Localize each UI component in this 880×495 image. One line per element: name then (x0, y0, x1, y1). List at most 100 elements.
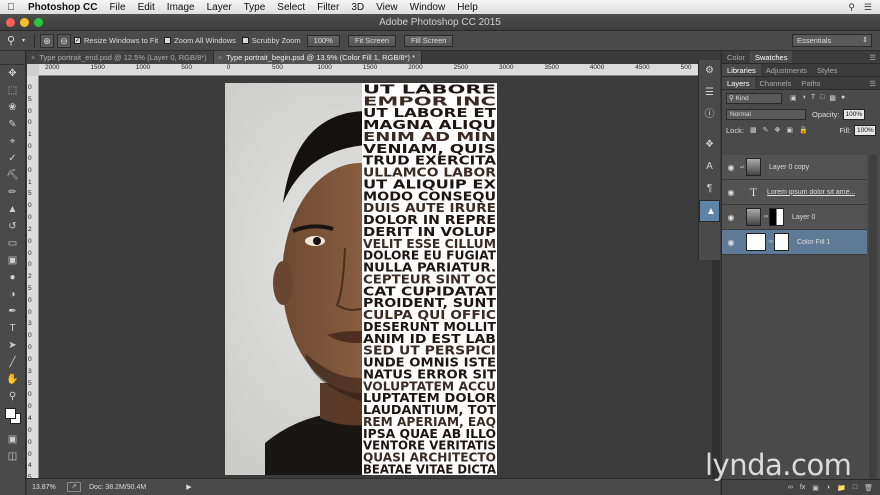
close-tab-icon[interactable]: × (31, 53, 35, 62)
layers-scrollbar[interactable] (869, 155, 877, 480)
visibility-eye-icon[interactable]: ◉ (722, 163, 740, 172)
zoom-out-button[interactable]: ⊖ (57, 33, 72, 48)
eyedropper-tool-icon[interactable]: ✓ (0, 150, 25, 167)
tab-paths[interactable]: Paths (796, 77, 825, 89)
panel-menu-icon[interactable]: ☰ (869, 77, 880, 89)
panel-menu-icon[interactable]: ☰ (869, 51, 880, 63)
opacity-input[interactable]: 100% (842, 108, 865, 120)
layer-name[interactable]: Layer 0 (792, 214, 815, 221)
blur-tool-icon[interactable]: ● (0, 269, 25, 286)
visibility-eye-icon[interactable]: ◉ (722, 238, 740, 247)
brush-tool-icon[interactable]: ✏ (0, 184, 25, 201)
gradient-tool-icon[interactable]: ▣ (0, 252, 25, 269)
panel-grip[interactable] (0, 51, 25, 65)
blend-mode-select[interactable]: Normal (726, 108, 806, 120)
tab-styles[interactable]: Styles (812, 64, 842, 76)
crop-tool-icon[interactable]: ⌖ (0, 133, 25, 150)
document-canvas[interactable]: UT LABORE EMPOR INC UT LABORE ET MAGNA ALIQ… (225, 83, 497, 475)
layer-row-layer-0-copy[interactable]: ◉ ↵ Layer 0 copy (722, 155, 867, 180)
quick-mask-icon[interactable]: ▣ (0, 431, 25, 448)
menu-3d[interactable]: 3D (345, 2, 370, 13)
lock-image-icon[interactable]: ✎ (763, 126, 769, 134)
lock-position-icon[interactable]: ✥ (774, 126, 780, 134)
layer-name[interactable]: Color Fill 1 (797, 239, 830, 246)
status-menu-arrow-icon[interactable]: ▶ (186, 483, 191, 491)
menu-window[interactable]: Window (404, 2, 452, 13)
zoom-tool-icon[interactable]: ⚲ (0, 34, 22, 47)
filter-toggle-icon[interactable]: ● (841, 94, 845, 102)
lock-artboard-icon[interactable]: ▣ (786, 126, 793, 134)
fill-screen-button[interactable]: Fill Screen (404, 34, 454, 47)
menu-edit[interactable]: Edit (132, 2, 161, 13)
zoom-tool-icon[interactable]: ⚲ (0, 388, 25, 405)
filter-smart-icon[interactable]: ▩ (829, 94, 836, 102)
filter-type-icon[interactable]: T (811, 94, 815, 102)
properties-icon[interactable]: ▲ (699, 200, 720, 222)
zoom-level[interactable]: 13.87% (27, 484, 59, 491)
add-mask-icon[interactable]: ▣ (812, 484, 819, 492)
character-icon[interactable]: A (699, 156, 720, 178)
type-tool-icon[interactable]: T (0, 320, 25, 337)
layer-row-layer-0[interactable]: ◉ ∞ Layer 0 (722, 205, 867, 230)
lasso-tool-icon[interactable]: ❀ (0, 99, 25, 116)
marquee-tool-icon[interactable]: ⬚ (0, 82, 25, 99)
history-brush-tool-icon[interactable]: ↺ (0, 218, 25, 235)
new-layer-icon[interactable]: □ (853, 484, 857, 491)
ruler-origin[interactable] (27, 64, 39, 76)
menu-type[interactable]: Type (238, 2, 272, 13)
history-icon[interactable]: ⚙ (699, 60, 720, 82)
hand-tool-icon[interactable]: ✋ (0, 371, 25, 388)
healing-brush-tool-icon[interactable]: ⛏ (0, 167, 25, 184)
quick-select-tool-icon[interactable]: ✎ (0, 116, 25, 133)
menu-app[interactable]: Photoshop CC (22, 2, 103, 13)
screen-mode-icon[interactable]: ◫ (0, 448, 25, 465)
apple-icon[interactable]:  (0, 2, 22, 13)
filter-pixel-icon[interactable]: ▣ (790, 94, 797, 102)
menu-filter[interactable]: Filter (311, 2, 345, 13)
layer-mask-thumbnail[interactable] (774, 233, 789, 251)
filter-adjust-icon[interactable]: ◑ (802, 94, 806, 102)
tab-libraries[interactable]: Libraries (722, 64, 761, 76)
close-tab-icon[interactable]: × (218, 53, 222, 62)
trash-icon[interactable]: 🗑 (864, 484, 873, 492)
tool-preset-chevron-icon[interactable]: ▾ (22, 37, 25, 44)
link-layers-icon[interactable]: ∞ (788, 484, 793, 491)
brush-presets-icon[interactable]: ❖ (699, 134, 720, 156)
tab-layers[interactable]: Layers (722, 77, 755, 89)
eraser-tool-icon[interactable]: ▭ (0, 235, 25, 252)
search-icon[interactable]: ⚲ (848, 2, 855, 13)
lock-all-icon[interactable]: 🔒 (799, 126, 808, 134)
kind-filter-select[interactable]: ⚲ Kind (726, 92, 782, 104)
layer-row-color-fill-1[interactable]: ◉ ∞ Color Fill 1 (722, 230, 867, 255)
lock-transparent-icon[interactable]: ▩ (750, 126, 757, 134)
clone-stamp-tool-icon[interactable]: ▲ (0, 201, 25, 218)
menu-select[interactable]: Select (271, 2, 311, 13)
resize-windows-checkbox[interactable]: ✓ Resize Windows to Fit (74, 36, 158, 45)
new-group-icon[interactable]: 📁 (837, 484, 846, 492)
line-tool-icon[interactable]: ╱ (0, 354, 25, 371)
vertical-ruler[interactable]: 0500100015002000250030003500400045 (27, 76, 39, 481)
zoom-all-checkbox[interactable]: Zoom All Windows (164, 36, 236, 45)
path-select-tool-icon[interactable]: ➤ (0, 337, 25, 354)
scrubby-zoom-checkbox[interactable]: Scrubby Zoom (241, 36, 301, 45)
menu-layer[interactable]: Layer (201, 2, 238, 13)
workspace-select[interactable]: Essentials (792, 34, 872, 47)
menu-image[interactable]: Image (161, 2, 201, 13)
tab-type-portrait-begin[interactable]: × Type portrait_begin.psd @ 13.9% (Color … (213, 51, 423, 64)
menu-help[interactable]: Help (451, 2, 484, 13)
zoom-100-button[interactable]: 100% (306, 34, 340, 47)
info-icon[interactable]: ⓘ (699, 104, 720, 126)
fit-screen-button[interactable]: Fit Screen (347, 34, 397, 47)
color-swatches[interactable] (0, 405, 25, 431)
move-tool-icon[interactable]: ✥ (0, 65, 25, 82)
tab-channels[interactable]: Channels (755, 77, 797, 89)
tab-type-portrait-end[interactable]: × Type portrait_end.psd @ 12.5% (Layer 0,… (27, 51, 214, 64)
filter-shape-icon[interactable]: □ (820, 94, 824, 102)
pen-tool-icon[interactable]: ✒ (0, 303, 25, 320)
layer-name[interactable]: Lorem ipsum dolor sit ame... (767, 189, 855, 196)
adjustment-layer-icon[interactable]: ◑ (826, 484, 830, 491)
tab-swatches[interactable]: Swatches (749, 51, 793, 63)
dodge-tool-icon[interactable]: ◑ (0, 286, 25, 303)
layer-name[interactable]: Layer 0 copy (769, 164, 809, 171)
horizontal-ruler[interactable]: 2000 1500 1000 500 0 500 1000 1500 2000 2500 3000 3… (39, 64, 720, 76)
